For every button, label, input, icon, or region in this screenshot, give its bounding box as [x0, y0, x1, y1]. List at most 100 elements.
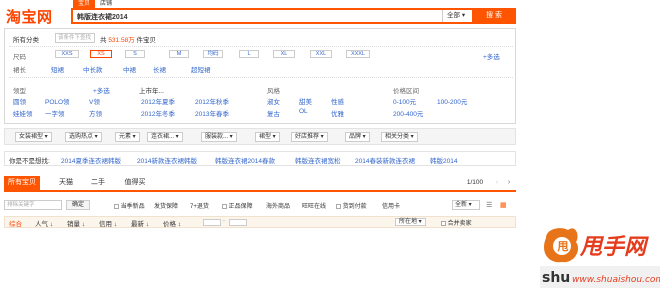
- skirt-option[interactable]: 中长款: [83, 64, 103, 74]
- confirm-button[interactable]: 确定: [66, 200, 90, 210]
- check-online[interactable]: 旺旺在线: [302, 201, 326, 210]
- checkbox[interactable]: [222, 203, 227, 209]
- price-option[interactable]: 100-200元: [437, 96, 467, 106]
- tab-all-items[interactable]: 所有宝贝: [4, 176, 40, 190]
- suggest-link[interactable]: 2014夏季连衣裙韩版: [61, 155, 121, 165]
- style-option[interactable]: 性感: [331, 96, 344, 106]
- size-chip[interactable]: XXXL: [346, 50, 370, 58]
- collar-option[interactable]: 一字领: [45, 108, 65, 118]
- tab-worth-buying[interactable]: 值得买: [120, 176, 150, 190]
- dropdown-brand[interactable]: 品牌 ▾: [345, 132, 370, 142]
- suggest-link[interactable]: 韩版2014: [430, 155, 457, 165]
- search-input[interactable]: 韩版连衣裙2014 全部 ▾: [71, 8, 480, 24]
- collar-option[interactable]: POLO领: [45, 96, 70, 106]
- collar-option[interactable]: 圆领: [13, 96, 26, 106]
- category-label[interactable]: 所有分类: [13, 34, 39, 44]
- collar-option[interactable]: 方领: [89, 108, 102, 118]
- size-chip[interactable]: 均码: [203, 50, 223, 58]
- price-option[interactable]: 200-400元: [393, 108, 423, 118]
- tab-second-hand[interactable]: 二手: [86, 176, 110, 190]
- sort-sales[interactable]: 销量 ↓: [67, 218, 85, 228]
- suggest-link[interactable]: 2014春装新款连衣裙: [355, 155, 415, 165]
- multi-select-size[interactable]: +多选: [483, 51, 500, 61]
- dropdown-good-shops[interactable]: 好店推荐 ▾: [291, 132, 328, 142]
- price-min-input[interactable]: [203, 219, 221, 226]
- size-chip[interactable]: XL: [273, 50, 295, 58]
- collar-option[interactable]: 娃娃领: [13, 108, 33, 118]
- skirt-option[interactable]: 长裙: [153, 64, 166, 74]
- size-chip[interactable]: XXS: [55, 50, 79, 58]
- location-select[interactable]: 所在地 ▾: [395, 218, 426, 226]
- filter-panel: 所有分类 该条件下查找 共 531.58万 件宝贝 尺码 XXS XS S M …: [4, 28, 516, 124]
- style-option[interactable]: 甜美: [299, 96, 312, 106]
- check-credit-card[interactable]: 信用卡: [382, 201, 400, 210]
- year-option[interactable]: 2012年夏季: [141, 96, 175, 106]
- size-chip-selected[interactable]: XS: [90, 50, 112, 58]
- filter-tools: 排除关键字 确定 当季新品 发货保障 7+退货 正品保障 海外商品 旺旺在线 货…: [4, 199, 516, 212]
- category-row: 所有分类 该条件下查找 共 531.58万 件宝贝: [5, 33, 515, 44]
- dropdown-skirt-type[interactable]: 女装裙型 ▾: [15, 132, 52, 142]
- svg-text:甩: 甩: [558, 240, 569, 253]
- checkbox[interactable]: [336, 203, 341, 209]
- multi-select-collar[interactable]: +多选: [93, 85, 110, 95]
- merge-sellers[interactable]: 合并卖家: [441, 218, 472, 227]
- style-option[interactable]: 淑女: [267, 96, 280, 106]
- check-genuine[interactable]: 正品保障: [222, 201, 253, 210]
- grid-view-icon[interactable]: ▦: [500, 201, 507, 209]
- year-option[interactable]: 2012年秋季: [195, 96, 229, 106]
- dropdown-clothing-style[interactable]: 服装款... ▾: [201, 132, 237, 142]
- taobao-logo[interactable]: 淘宝网: [6, 6, 53, 27]
- check-new-season[interactable]: 当季新品: [114, 201, 145, 210]
- style-option[interactable]: OL: [299, 108, 308, 115]
- exclude-keyword-input[interactable]: 排除关键字: [4, 200, 62, 210]
- suggest-link[interactable]: 韩版连衣裙2014春款: [215, 155, 275, 165]
- size-row: 尺码 XXS XS S M 均码 L XL XXL XXXL +多选: [5, 50, 515, 61]
- size-chip[interactable]: L: [239, 50, 259, 58]
- page: 淘宝网 宝贝 店铺 韩版连衣裙2014 全部 ▾ 搜 索 所有分类 该条件下查找…: [0, 0, 660, 297]
- sort-newest[interactable]: 最新 ↓: [131, 218, 149, 228]
- year-option[interactable]: 2012年冬季: [141, 108, 175, 118]
- style-option[interactable]: 优雅: [331, 108, 344, 118]
- checkbox[interactable]: [114, 203, 119, 209]
- sort-credit[interactable]: 信用 ↓: [99, 218, 117, 228]
- condition-select[interactable]: 全新 ▾: [452, 200, 480, 210]
- size-chip[interactable]: S: [125, 50, 145, 58]
- skirt-option[interactable]: 超短裙: [191, 64, 211, 74]
- prev-page-arrow[interactable]: ‹: [492, 176, 502, 190]
- sort-popularity[interactable]: 人气 ↓: [35, 218, 53, 228]
- list-view-icon[interactable]: ☰: [486, 201, 492, 209]
- year-option[interactable]: 2013年春季: [195, 108, 229, 118]
- tab-shop[interactable]: 店铺: [95, 0, 117, 8]
- dropdown-skirt[interactable]: 裙型 ▾: [255, 132, 280, 142]
- collar-option[interactable]: V领: [89, 96, 100, 106]
- checkbox[interactable]: [441, 220, 446, 226]
- dropdown-label: 好店推荐: [295, 134, 320, 140]
- dropdown-dress[interactable]: 连衣裙... ▾: [147, 132, 183, 142]
- dropdown-hot-picks[interactable]: 选购热点 ▾: [65, 132, 102, 142]
- check-overseas[interactable]: 海外商品: [266, 201, 290, 210]
- price-option[interactable]: 0-100元: [393, 96, 416, 106]
- sort-price[interactable]: 价格 ↕: [163, 218, 181, 228]
- search-button[interactable]: 搜 索: [472, 8, 516, 24]
- size-chip[interactable]: M: [169, 50, 189, 58]
- skirt-option[interactable]: 中裙: [123, 64, 136, 74]
- tab-item-baobei[interactable]: 宝贝: [73, 0, 96, 8]
- check-label: 正品保障: [228, 204, 253, 210]
- style-option[interactable]: 复古: [267, 108, 280, 118]
- skirt-option[interactable]: 短裙: [51, 64, 64, 74]
- dropdown-elements[interactable]: 元素 ▾: [115, 132, 140, 142]
- condition-search-input[interactable]: 该条件下查找: [55, 33, 95, 43]
- next-page-arrow[interactable]: ›: [504, 176, 514, 190]
- tab-tmall[interactable]: 天猫: [54, 176, 78, 190]
- price-max-input[interactable]: [229, 219, 247, 226]
- size-chip[interactable]: XXL: [310, 50, 332, 58]
- result-tabs: 所有宝贝 天猫 二手 值得买 1/100 ‹ ›: [4, 176, 516, 192]
- check-cod[interactable]: 货到付款: [336, 201, 367, 210]
- year-label[interactable]: 上市年...: [139, 85, 164, 95]
- check-7day-return[interactable]: 7+退货: [190, 201, 209, 210]
- suggest-link[interactable]: 韩版连衣裙宽松: [295, 155, 341, 165]
- check-delivery[interactable]: 发货保障: [154, 201, 178, 210]
- sort-default[interactable]: 综合: [9, 218, 22, 228]
- suggest-link[interactable]: 2014新款连衣裙韩版: [137, 155, 197, 165]
- dropdown-related[interactable]: 相关分类 ▾: [381, 132, 418, 142]
